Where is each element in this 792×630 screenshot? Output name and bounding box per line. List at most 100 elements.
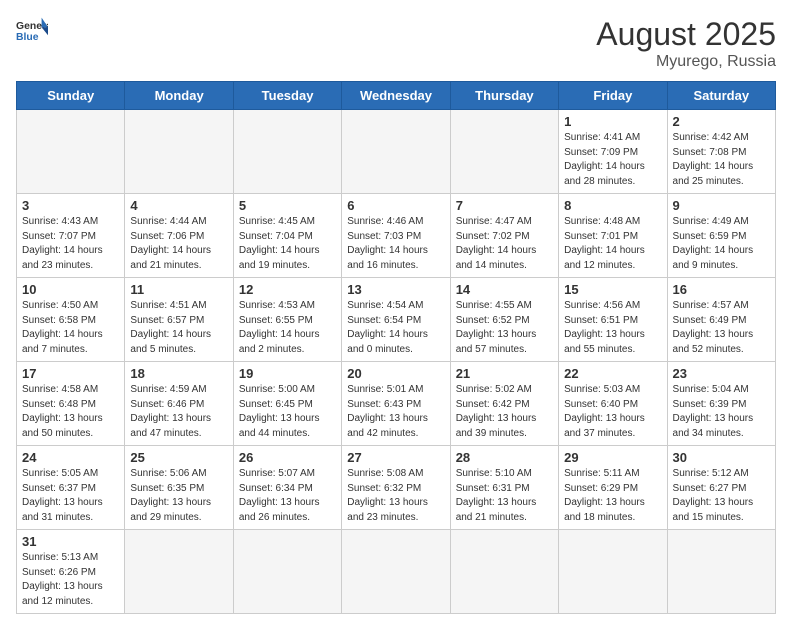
title-area: August 2025 Myurego, Russia (596, 16, 776, 71)
calendar-week-row: 24 Sunrise: 5:05 AM Sunset: 6:37 PM Dayli… (17, 446, 776, 530)
calendar-day-cell: 2 Sunrise: 4:42 AM Sunset: 7:08 PM Daylig… (667, 110, 775, 194)
day-info: Sunrise: 4:42 AM Sunset: 7:08 PM Dayligh… (673, 131, 770, 189)
calendar-day-cell: 23 Sunrise: 5:04 AM Sunset: 6:39 PM Dayli… (667, 362, 775, 446)
day-number: 30 (673, 450, 770, 465)
day-number: 9 (673, 198, 770, 213)
calendar-day-cell: 31 Sunrise: 5:13 AM Sunset: 6:26 PM Dayli… (17, 530, 125, 614)
day-info: Sunrise: 5:03 AM Sunset: 6:40 PM Dayligh… (564, 383, 661, 441)
calendar-day-header: Thursday (450, 82, 558, 110)
day-info: Sunrise: 5:08 AM Sunset: 6:32 PM Dayligh… (347, 467, 444, 525)
day-info: Sunrise: 5:06 AM Sunset: 6:35 PM Dayligh… (130, 467, 227, 525)
day-number: 7 (456, 198, 553, 213)
day-info: Sunrise: 4:51 AM Sunset: 6:57 PM Dayligh… (130, 299, 227, 357)
day-info: Sunrise: 4:48 AM Sunset: 7:01 PM Dayligh… (564, 215, 661, 273)
day-info: Sunrise: 4:49 AM Sunset: 6:59 PM Dayligh… (673, 215, 770, 273)
calendar-day-cell (667, 530, 775, 614)
calendar-day-cell (233, 110, 341, 194)
day-info: Sunrise: 4:53 AM Sunset: 6:55 PM Dayligh… (239, 299, 336, 357)
logo: General Blue (16, 16, 48, 44)
calendar-day-cell (342, 530, 450, 614)
day-info: Sunrise: 4:45 AM Sunset: 7:04 PM Dayligh… (239, 215, 336, 273)
calendar-day-cell: 28Sunrise: 5:10 AM Sunset: 6:31 PM Dayli… (450, 446, 558, 530)
calendar-day-cell: 8 Sunrise: 4:48 AM Sunset: 7:01 PM Daylig… (559, 194, 667, 278)
day-info: Sunrise: 4:43 AM Sunset: 7:07 PM Dayligh… (22, 215, 119, 273)
calendar-day-cell: 11 Sunrise: 4:51 AM Sunset: 6:57 PM Dayli… (125, 278, 233, 362)
day-number: 17 (22, 366, 119, 381)
calendar-day-cell: 18 Sunrise: 4:59 AM Sunset: 6:46 PM Dayli… (125, 362, 233, 446)
day-info: Sunrise: 4:57 AM Sunset: 6:49 PM Dayligh… (673, 299, 770, 357)
calendar-day-cell (17, 110, 125, 194)
calendar-day-cell: 19Sunrise: 5:00 AM Sunset: 6:45 PM Dayli… (233, 362, 341, 446)
day-info: Sunrise: 5:07 AM Sunset: 6:34 PM Dayligh… (239, 467, 336, 525)
day-info: Sunrise: 5:12 AM Sunset: 6:27 PM Dayligh… (673, 467, 770, 525)
day-number: 24 (22, 450, 119, 465)
day-info: Sunrise: 4:47 AM Sunset: 7:02 PM Dayligh… (456, 215, 553, 273)
calendar-week-row: 3 Sunrise: 4:43 AM Sunset: 7:07 PM Daylig… (17, 194, 776, 278)
calendar-header-row: SundayMondayTuesdayWednesdayThursdayFrid… (17, 82, 776, 110)
calendar-table: SundayMondayTuesdayWednesdayThursdayFrid… (16, 81, 776, 614)
day-number: 13 (347, 282, 444, 297)
day-info: Sunrise: 5:13 AM Sunset: 6:26 PM Dayligh… (22, 551, 119, 609)
day-number: 4 (130, 198, 227, 213)
calendar-day-cell (342, 110, 450, 194)
calendar-day-cell: 17Sunrise: 4:58 AM Sunset: 6:48 PM Dayli… (17, 362, 125, 446)
calendar-day-cell: 6 Sunrise: 4:46 AM Sunset: 7:03 PM Daylig… (342, 194, 450, 278)
calendar-day-cell: 13 Sunrise: 4:54 AM Sunset: 6:54 PM Dayli… (342, 278, 450, 362)
day-number: 3 (22, 198, 119, 213)
day-number: 18 (130, 366, 227, 381)
day-number: 10 (22, 282, 119, 297)
calendar-day-header: Friday (559, 82, 667, 110)
day-info: Sunrise: 4:55 AM Sunset: 6:52 PM Dayligh… (456, 299, 553, 357)
day-number: 2 (673, 114, 770, 129)
calendar-day-cell: 20Sunrise: 5:01 AM Sunset: 6:43 PM Dayli… (342, 362, 450, 446)
day-number: 6 (347, 198, 444, 213)
calendar-day-cell: 16 Sunrise: 4:57 AM Sunset: 6:49 PM Dayli… (667, 278, 775, 362)
calendar-day-header: Sunday (17, 82, 125, 110)
day-info: Sunrise: 4:44 AM Sunset: 7:06 PM Dayligh… (130, 215, 227, 273)
day-info: Sunrise: 4:50 AM Sunset: 6:58 PM Dayligh… (22, 299, 119, 357)
calendar-week-row: 31 Sunrise: 5:13 AM Sunset: 6:26 PM Dayli… (17, 530, 776, 614)
calendar-day-cell (450, 110, 558, 194)
calendar-day-cell: 30 Sunrise: 5:12 AM Sunset: 6:27 PM Dayli… (667, 446, 775, 530)
calendar-day-cell: 27Sunrise: 5:08 AM Sunset: 6:32 PM Dayli… (342, 446, 450, 530)
day-number: 25 (130, 450, 227, 465)
day-info: Sunrise: 4:59 AM Sunset: 6:46 PM Dayligh… (130, 383, 227, 441)
calendar-day-cell: 3 Sunrise: 4:43 AM Sunset: 7:07 PM Daylig… (17, 194, 125, 278)
day-info: Sunrise: 5:04 AM Sunset: 6:39 PM Dayligh… (673, 383, 770, 441)
calendar-day-cell (233, 530, 341, 614)
calendar-day-cell (125, 110, 233, 194)
calendar-week-row: 17Sunrise: 4:58 AM Sunset: 6:48 PM Dayli… (17, 362, 776, 446)
calendar-day-cell (559, 530, 667, 614)
calendar-day-cell: 10 Sunrise: 4:50 AM Sunset: 6:58 PM Dayli… (17, 278, 125, 362)
day-number: 8 (564, 198, 661, 213)
calendar-day-header: Wednesday (342, 82, 450, 110)
day-number: 31 (22, 534, 119, 549)
day-number: 22 (564, 366, 661, 381)
day-number: 12 (239, 282, 336, 297)
calendar-day-cell: 22 Sunrise: 5:03 AM Sunset: 6:40 PM Dayli… (559, 362, 667, 446)
calendar-day-cell: 15Sunrise: 4:56 AM Sunset: 6:51 PM Dayli… (559, 278, 667, 362)
day-number: 11 (130, 282, 227, 297)
calendar-day-cell: 26Sunrise: 5:07 AM Sunset: 6:34 PM Dayli… (233, 446, 341, 530)
day-number: 21 (456, 366, 553, 381)
calendar-day-header: Tuesday (233, 82, 341, 110)
calendar-day-cell: 7 Sunrise: 4:47 AM Sunset: 7:02 PM Daylig… (450, 194, 558, 278)
calendar-day-header: Saturday (667, 82, 775, 110)
calendar-day-cell: 9 Sunrise: 4:49 AM Sunset: 6:59 PM Daylig… (667, 194, 775, 278)
day-info: Sunrise: 5:02 AM Sunset: 6:42 PM Dayligh… (456, 383, 553, 441)
calendar-day-cell: 29 Sunrise: 5:11 AM Sunset: 6:29 PM Dayli… (559, 446, 667, 530)
calendar-day-cell: 12 Sunrise: 4:53 AM Sunset: 6:55 PM Dayli… (233, 278, 341, 362)
day-info: Sunrise: 4:46 AM Sunset: 7:03 PM Dayligh… (347, 215, 444, 273)
day-info: Sunrise: 4:41 AM Sunset: 7:09 PM Dayligh… (564, 131, 661, 189)
month-title: August 2025 (596, 16, 776, 53)
calendar-day-cell (125, 530, 233, 614)
page-header: General Blue August 2025 Myurego, Russia (16, 16, 776, 71)
day-number: 20 (347, 366, 444, 381)
day-number: 23 (673, 366, 770, 381)
day-info: Sunrise: 4:54 AM Sunset: 6:54 PM Dayligh… (347, 299, 444, 357)
logo-icon: General Blue (16, 16, 48, 44)
day-number: 16 (673, 282, 770, 297)
day-info: Sunrise: 5:11 AM Sunset: 6:29 PM Dayligh… (564, 467, 661, 525)
day-number: 29 (564, 450, 661, 465)
day-info: Sunrise: 5:05 AM Sunset: 6:37 PM Dayligh… (22, 467, 119, 525)
